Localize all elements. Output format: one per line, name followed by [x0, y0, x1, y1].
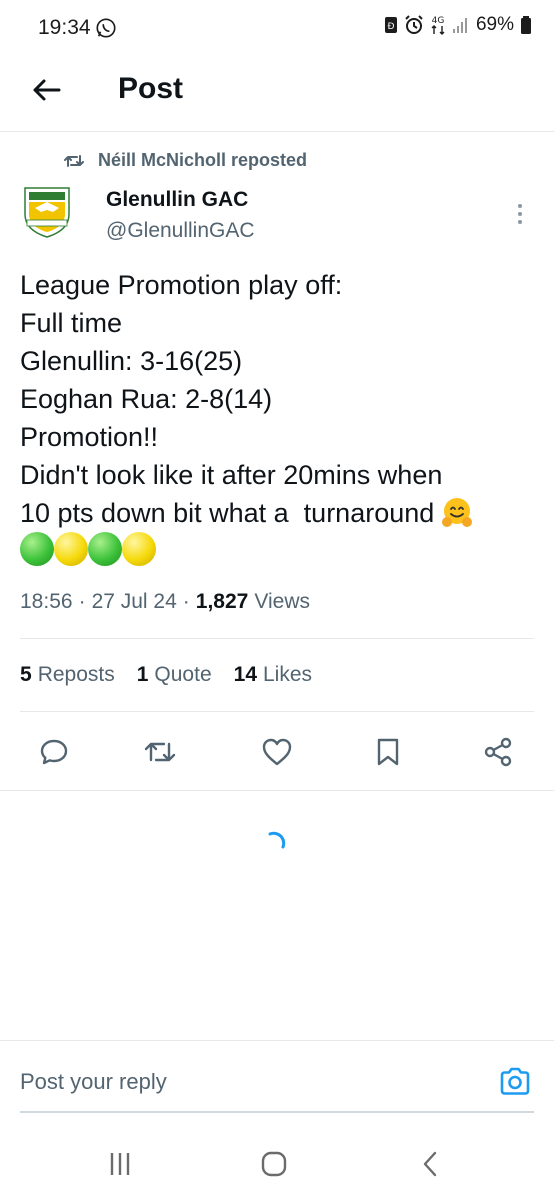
top-app-bar: Post	[0, 54, 554, 132]
likes-count: 14	[233, 663, 257, 686]
battery-icon	[521, 16, 531, 34]
post-text-line: Eoghan Rua: 2-8(14)	[20, 384, 273, 414]
data-saver-icon: Ð	[384, 17, 397, 33]
green-circle-emoji	[88, 532, 122, 566]
post-text-line: 10 pts down bit what a turnaround	[20, 498, 435, 528]
views-count: 1,827	[195, 590, 249, 613]
quotes-stat[interactable]: 1 Quote	[137, 663, 212, 687]
divider	[20, 638, 534, 639]
more-vertical-icon	[518, 204, 522, 224]
green-circle-emoji	[20, 532, 54, 566]
post-text-line: Full time	[20, 308, 123, 338]
quotes-count: 1	[136, 663, 149, 686]
signal-icon	[452, 18, 467, 33]
status-bar: 19:34 Ð 4G 69%	[0, 0, 554, 54]
share-icon	[484, 737, 512, 767]
back-button[interactable]	[26, 70, 66, 110]
reposts-count: 5	[20, 663, 32, 686]
author-name[interactable]: Glenullin GAC	[106, 188, 248, 212]
reply-underline	[20, 1111, 534, 1113]
page-title: Post	[118, 72, 184, 105]
reposts-label: Reposts	[37, 663, 115, 686]
svg-text:Ð: Ð	[387, 22, 394, 32]
post-text-line: Glenullin: 3-16(25)	[20, 346, 243, 376]
status-time: 19:34	[38, 16, 91, 39]
meta-separator: ·	[78, 590, 86, 613]
chevron-left-icon	[423, 1151, 437, 1177]
more-options-button[interactable]	[508, 198, 532, 230]
whatsapp-icon	[96, 18, 116, 38]
reposts-stat[interactable]: 5 Reposts	[20, 663, 115, 687]
meta-separator: ·	[182, 590, 190, 613]
repost-icon	[144, 742, 176, 762]
bookmark-button[interactable]	[368, 732, 408, 772]
alarm-icon	[405, 15, 423, 34]
battery-level: 69%	[475, 14, 514, 35]
share-button[interactable]	[478, 732, 518, 772]
likes-stat[interactable]: 14 Likes	[234, 663, 312, 687]
repost-icon	[64, 154, 84, 167]
system-nav-bar	[0, 1130, 554, 1200]
author-handle[interactable]: @GlenullinGAC	[106, 219, 255, 243]
repost-attribution[interactable]: Néill McNicholl reposted	[64, 150, 307, 171]
reply-input[interactable]: Post your reply	[20, 1069, 167, 1095]
post-text-line: Didn't look like it after 20mins when	[20, 460, 443, 490]
home-icon	[261, 1151, 287, 1177]
camera-icon[interactable]	[498, 1065, 532, 1099]
bookmark-icon	[377, 738, 399, 766]
post-date[interactable]: 27 Jul 24	[92, 590, 177, 614]
action-bar	[0, 732, 554, 776]
post-time[interactable]: 18:56	[20, 590, 73, 614]
svg-text:4G: 4G	[432, 16, 445, 26]
heart-icon	[262, 738, 292, 766]
loading-spinner-icon	[268, 831, 286, 849]
recents-button[interactable]	[100, 1146, 140, 1182]
yellow-circle-emoji	[122, 532, 156, 566]
arrow-left-icon	[33, 79, 61, 101]
repost-button[interactable]	[140, 732, 180, 772]
repost-label: Néill McNicholl reposted	[98, 150, 308, 170]
post-meta: 18:56 · 27 Jul 24 · 1,827 Views	[20, 590, 310, 614]
system-back-button[interactable]	[410, 1146, 450, 1182]
network-4g-icon: 4G	[431, 16, 445, 35]
reply-button[interactable]	[34, 732, 74, 772]
post-text: League Promotion play off: Full time Gle…	[20, 266, 540, 566]
reply-composer: Post your reply	[0, 1040, 554, 1116]
post-text-line: Promotion!!	[20, 422, 159, 452]
reply-icon	[40, 739, 68, 765]
recents-icon	[110, 1153, 130, 1175]
home-button[interactable]	[254, 1146, 294, 1182]
status-icons: Ð 4G 69%	[384, 14, 532, 36]
divider	[0, 790, 554, 791]
yellow-circle-emoji	[54, 532, 88, 566]
emoji-row	[20, 532, 540, 566]
like-button[interactable]	[257, 732, 297, 772]
hugging-face-emoji	[442, 498, 473, 527]
divider	[20, 711, 534, 712]
views-label: Views	[254, 590, 310, 613]
likes-label: Likes	[263, 663, 313, 686]
avatar[interactable]	[21, 184, 73, 238]
post-text-line: League Promotion play off:	[20, 270, 343, 300]
engagement-stats: 5 Reposts 1 Quote 14 Likes	[20, 663, 312, 687]
quotes-label: Quote	[154, 663, 212, 686]
